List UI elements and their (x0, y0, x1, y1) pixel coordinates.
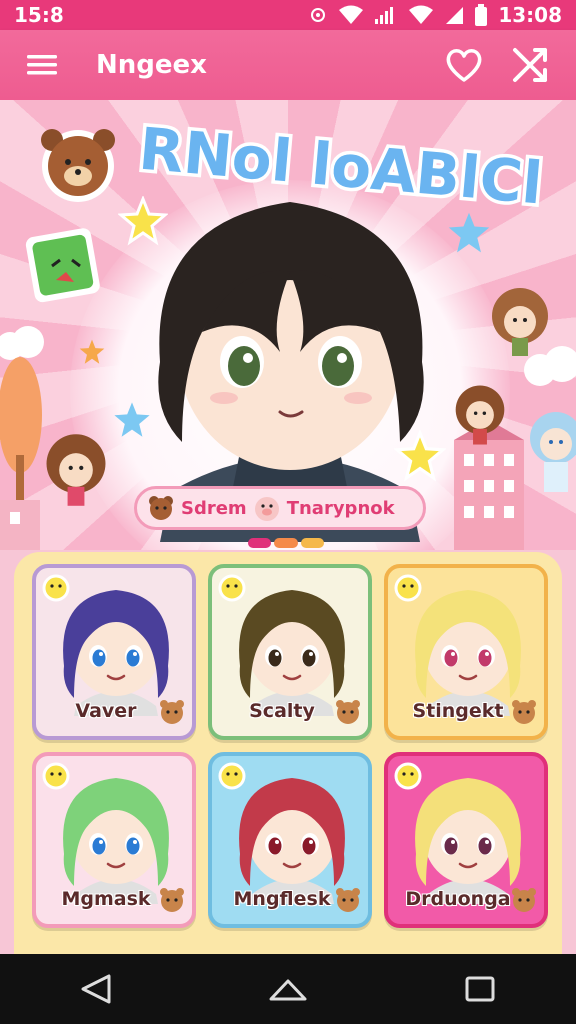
home-button[interactable] (258, 959, 318, 1019)
character-card[interactable]: Stingekt (384, 564, 548, 740)
star-blue-right-sticker (448, 212, 490, 253)
wifi-icon-2 (409, 5, 434, 24)
featured-tags-pill[interactable]: Sdrem Tnarypnok (134, 486, 426, 530)
system-nav-bar (0, 954, 576, 1024)
pager-dot-2[interactable] (274, 538, 298, 548)
recents-button[interactable] (450, 959, 510, 1019)
character-name: Vaver (75, 700, 137, 722)
character-pet-icon (336, 700, 360, 724)
tag-right-label: Tnarypnok (286, 497, 395, 519)
card-corner-sticker-icon (218, 574, 246, 602)
green-block-sticker (25, 228, 100, 303)
app-bar: Nngeex (0, 30, 576, 100)
character-card[interactable]: Drduonga (384, 752, 548, 928)
card-corner-sticker-icon (394, 762, 422, 790)
menu-button[interactable] (22, 45, 62, 85)
character-card[interactable]: Mgmask (32, 752, 196, 928)
character-pet-icon (336, 888, 360, 912)
character-pet-icon (160, 700, 184, 724)
pager-dot-1[interactable] (248, 538, 272, 548)
character-name: Mgmask (61, 888, 151, 910)
home-icon (269, 979, 307, 1001)
status-time-left: 15:8 (14, 3, 64, 27)
back-button[interactable] (66, 959, 126, 1019)
pig-face-icon (254, 497, 279, 521)
character-pet-icon (160, 888, 184, 912)
character-name: Stingekt (412, 700, 504, 722)
character-card[interactable]: Vaver (32, 564, 196, 740)
curly-chibi-right-sticker (492, 288, 548, 356)
curly-chibi-right2-sticker (455, 385, 505, 445)
settings-gear-icon (311, 8, 326, 22)
bear-sticker (41, 129, 115, 202)
character-pet-icon (512, 700, 536, 724)
curly-chibi-left-sticker (46, 434, 106, 506)
tag-left-label: Sdrem (181, 497, 247, 519)
status-time-right: 13:08 (498, 3, 562, 27)
carousel-pager (248, 538, 324, 548)
wifi-icon (339, 5, 364, 24)
card-corner-sticker-icon (218, 762, 246, 790)
heart-icon (446, 49, 482, 82)
character-name: Mngflesk (233, 888, 331, 910)
recents-icon (465, 976, 495, 1002)
menu-icon (27, 55, 57, 75)
favorite-button[interactable] (440, 41, 488, 89)
blue-hair-chibi-sticker (530, 412, 576, 492)
character-name: Drduonga (405, 888, 511, 910)
character-name: Scalty (249, 700, 315, 722)
status-bar: 15:8 13:08 (0, 0, 576, 30)
back-icon (81, 974, 111, 1004)
character-card[interactable]: Mngflesk (208, 752, 372, 928)
battery-icon (475, 4, 488, 26)
star-orange-sticker (79, 339, 105, 364)
character-card[interactable]: Scalty (208, 564, 372, 740)
bear-face-icon (149, 496, 173, 520)
featured-character-portrait (158, 202, 424, 542)
character-pet-icon (512, 888, 536, 912)
card-corner-sticker-icon (394, 574, 422, 602)
pager-dot-3[interactable] (300, 538, 324, 548)
cell-icon (446, 7, 464, 24)
signal-icon (375, 7, 394, 24)
status-icons: 13:08 (308, 3, 562, 27)
shuffle-icon (513, 48, 547, 82)
hero-banner: RNol loABlCl (0, 100, 576, 550)
app-title: Nngeex (96, 50, 207, 80)
shuffle-button[interactable] (506, 41, 554, 89)
card-corner-sticker-icon (42, 762, 70, 790)
card-corner-sticker-icon (42, 574, 70, 602)
